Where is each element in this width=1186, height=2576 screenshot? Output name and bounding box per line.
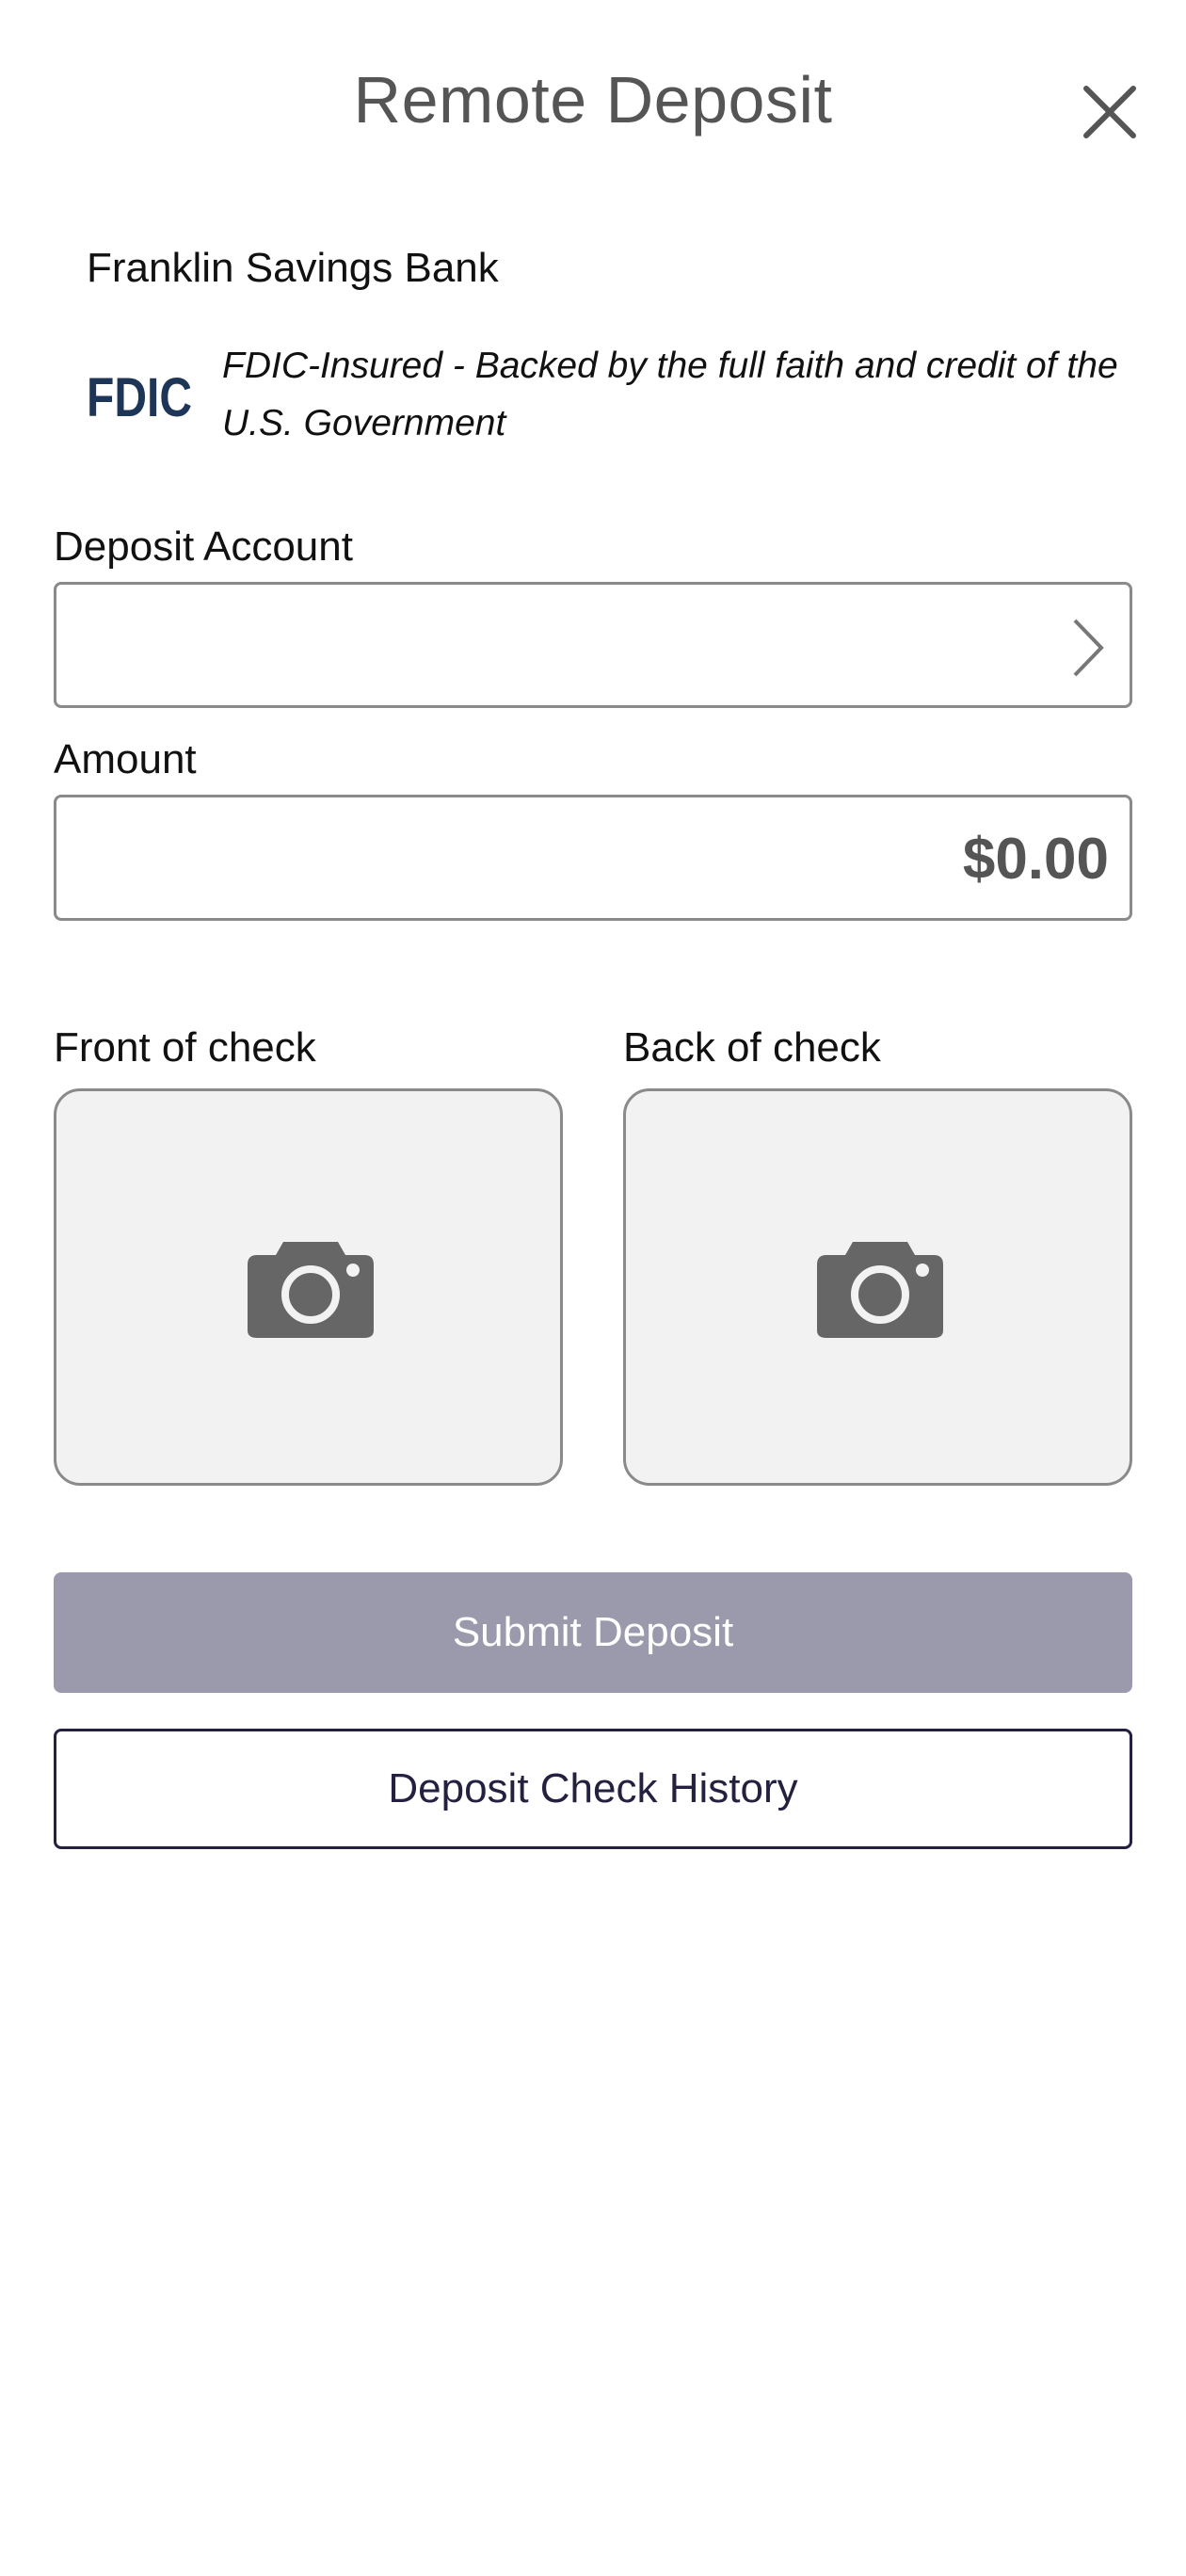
page-title: Remote Deposit xyxy=(353,63,833,137)
back-of-check-capture[interactable] xyxy=(623,1088,1132,1486)
back-of-check-label: Back of check xyxy=(623,1024,881,1071)
submit-deposit-button[interactable]: Submit Deposit xyxy=(54,1572,1132,1693)
header: Remote Deposit xyxy=(0,0,1186,217)
close-button[interactable] xyxy=(1081,83,1139,141)
front-of-check-label: Front of check xyxy=(54,1024,316,1071)
close-icon xyxy=(1083,86,1136,138)
remote-deposit-screen: Remote Deposit Franklin Savings Bank FDI… xyxy=(0,0,1186,2576)
camera-icon xyxy=(248,1242,374,1338)
deposit-check-history-button[interactable]: Deposit Check History xyxy=(54,1729,1132,1849)
fdic-insured-text: FDIC-Insured - Backed by the full faith … xyxy=(222,346,1118,443)
chevron-right-icon xyxy=(1073,619,1104,677)
front-of-check-capture[interactable] xyxy=(54,1088,563,1486)
bank-name: Franklin Savings Bank xyxy=(87,245,499,291)
amount-value: $0.00 xyxy=(962,827,1109,892)
amount-input[interactable]: $0.00 xyxy=(54,795,1132,921)
deposit-account-select[interactable] xyxy=(54,582,1132,708)
camera-icon xyxy=(817,1242,943,1338)
fdic-logo-text: FDIC xyxy=(87,369,192,422)
deposit-account-label: Deposit Account xyxy=(54,523,353,570)
fdic-logo: FDIC xyxy=(87,369,192,422)
amount-label: Amount xyxy=(54,736,197,782)
